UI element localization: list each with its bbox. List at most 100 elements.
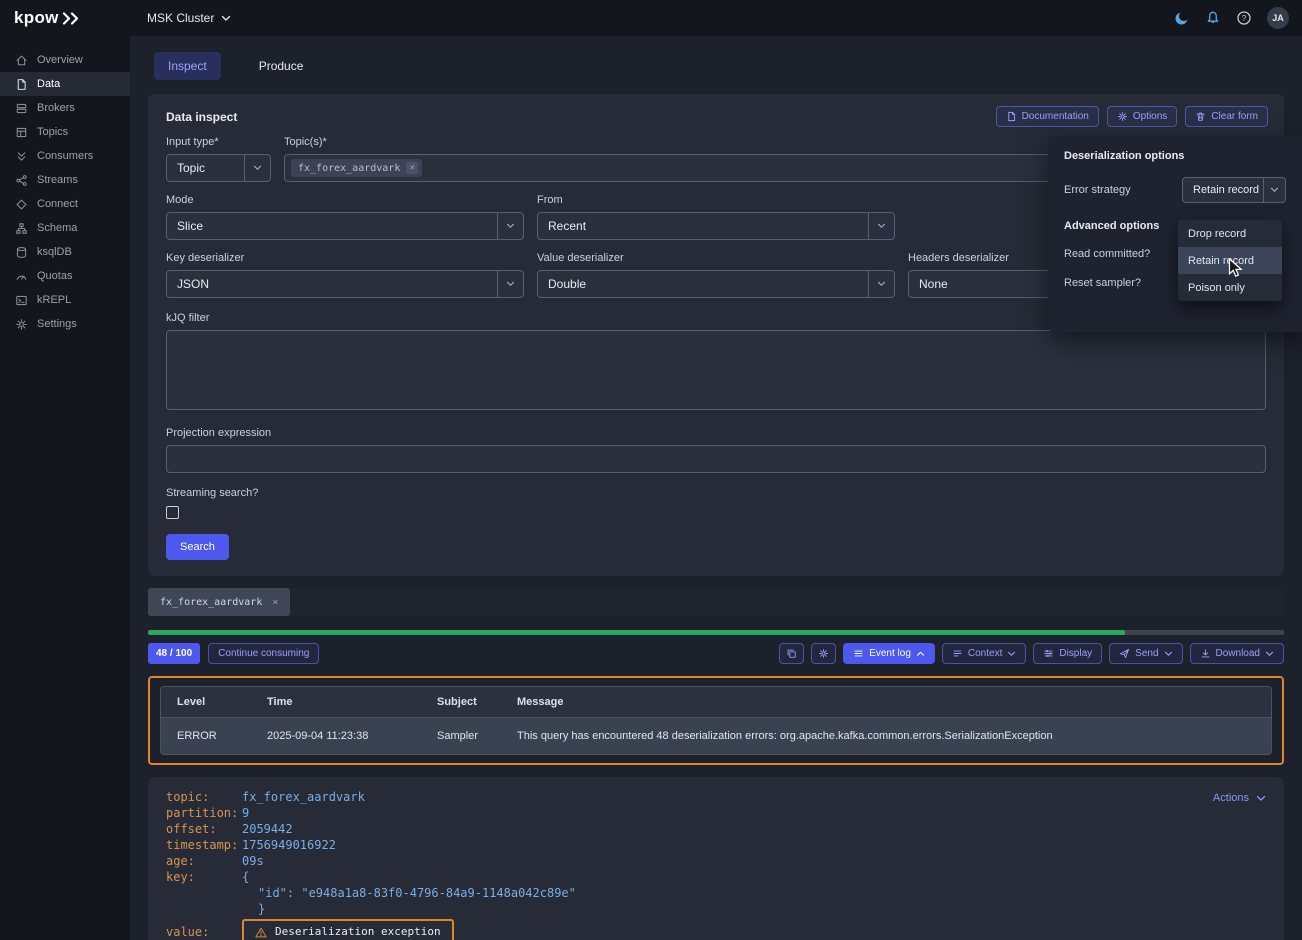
sidebar-item-settings[interactable]: Settings	[0, 312, 130, 336]
sidebar-item-connect[interactable]: Connect	[0, 192, 130, 216]
chevron-down-icon	[1265, 651, 1274, 657]
event-log-button[interactable]: Event log	[843, 643, 935, 664]
value-deserializer-label: Value deserializer	[537, 252, 895, 264]
sidebar-item-brokers[interactable]: Brokers	[0, 96, 130, 120]
help-icon[interactable]: ?	[1236, 10, 1252, 26]
key-deserializer-select[interactable]: JSON	[166, 270, 524, 298]
tab-produce[interactable]: Produce	[245, 52, 318, 80]
results-toolbar-right: Event log Context Display Send Download	[779, 643, 1284, 664]
deserialization-exception-badge: Deserialization exception	[242, 919, 454, 940]
chevron-down-icon	[868, 271, 894, 297]
sidebar-item-ksqldb[interactable]: ksqlDB	[0, 240, 130, 264]
value-deserializer-select[interactable]: Double	[537, 270, 895, 298]
document-icon	[1006, 111, 1017, 122]
sliders-icon	[1043, 648, 1054, 659]
gauge-icon	[15, 270, 28, 283]
record-field: key:{	[166, 869, 1266, 885]
continue-consuming-button[interactable]: Continue consuming	[208, 643, 319, 664]
copy-button[interactable]	[779, 643, 804, 664]
record-value-field: value: Deserialization exception	[166, 919, 1266, 940]
streaming-search-checkbox[interactable]	[166, 506, 179, 519]
trash-icon	[1195, 111, 1206, 122]
sidebar-item-quotas[interactable]: Quotas	[0, 264, 130, 288]
projection-label: Projection expression	[166, 427, 1266, 439]
options-button[interactable]: Options	[1107, 106, 1177, 127]
kjq-filter-input[interactable]	[166, 330, 1266, 410]
documentation-button[interactable]: Documentation	[996, 106, 1099, 127]
chevron-down-icon	[221, 15, 231, 22]
cell-message: This query has encountered 48 deserializ…	[501, 718, 1271, 755]
sidebar-item-schema[interactable]: Schema	[0, 216, 130, 240]
terminal-icon	[15, 294, 28, 307]
record-key-json-close: }	[166, 901, 1266, 917]
gear-icon	[818, 648, 829, 659]
display-button[interactable]: Display	[1033, 643, 1102, 664]
input-type-select[interactable]: Topic	[166, 154, 271, 182]
record-field: topic:fx_forex_aardvark	[166, 789, 1266, 805]
column-header-subject: Subject	[421, 687, 501, 718]
error-strategy-option[interactable]: Retain record	[1178, 247, 1282, 274]
sitemap-icon	[15, 222, 28, 235]
chevron-down-icon	[1256, 795, 1266, 802]
mode-label: Mode	[166, 194, 524, 206]
avatar[interactable]: JA	[1267, 7, 1289, 29]
list-icon	[853, 648, 864, 659]
record-detail-card: Actions topic:fx_forex_aardvark partitio…	[148, 777, 1284, 940]
sidebar-item-label: Topics	[37, 126, 68, 138]
remove-tag-icon[interactable]: ×	[406, 162, 418, 174]
send-icon	[1119, 648, 1130, 659]
search-button[interactable]: Search	[166, 534, 229, 560]
send-button[interactable]: Send	[1109, 643, 1182, 664]
streaming-search-label: Streaming search?	[166, 487, 1266, 499]
sidebar-item-label: Data	[37, 78, 60, 90]
sidebar-item-consumers[interactable]: Consumers	[0, 144, 130, 168]
context-button[interactable]: Context	[942, 643, 1026, 664]
cell-level: ERROR	[161, 718, 251, 755]
panel-title: Deserialization options	[1064, 150, 1286, 162]
reset-sampler-label: Reset sampler?	[1064, 277, 1182, 289]
warning-icon	[255, 927, 267, 938]
table-icon	[15, 126, 28, 139]
error-strategy-select[interactable]: Retain record	[1182, 177, 1286, 203]
sidebar-item-topics[interactable]: Topics	[0, 120, 130, 144]
sidebar-item-data[interactable]: Data	[0, 72, 130, 96]
download-button[interactable]: Download	[1190, 643, 1284, 664]
kpow-logo[interactable]: kpow	[0, 8, 130, 28]
error-strategy-menu: Drop record Retain record Poison only	[1178, 220, 1282, 301]
event-log-highlight: Level Time Subject Message ERROR 2025-09…	[148, 676, 1284, 765]
close-topic-tab-icon[interactable]: ×	[272, 597, 278, 608]
event-log-row: ERROR 2025-09-04 11:23:38 Sampler This q…	[161, 718, 1271, 755]
sidebar-item-label: Quotas	[37, 270, 72, 282]
sampler-settings-button[interactable]	[811, 643, 836, 664]
home-icon	[15, 54, 28, 67]
sidebar-item-streams[interactable]: Streams	[0, 168, 130, 192]
record-field: partition:9	[166, 805, 1266, 821]
cluster-selector[interactable]: MSK Cluster	[147, 11, 231, 25]
tab-inspect[interactable]: Inspect	[154, 52, 221, 80]
from-select[interactable]: Recent	[537, 212, 895, 240]
error-strategy-option[interactable]: Drop record	[1178, 220, 1282, 247]
consumed-count-badge: 48 / 100	[148, 643, 200, 664]
error-strategy-label: Error strategy	[1064, 184, 1182, 196]
projection-input[interactable]	[166, 445, 1266, 473]
sidebar-item-overview[interactable]: Overview	[0, 48, 130, 72]
sidebar-item-label: kREPL	[37, 294, 71, 306]
topic-tab[interactable]: fx_forex_aardvark ×	[148, 588, 290, 616]
topic-tab-strip: fx_forex_aardvark ×	[148, 588, 1284, 616]
server-icon	[15, 102, 28, 115]
record-field: offset:2059442	[166, 821, 1266, 837]
download-icon	[1200, 648, 1211, 659]
sidebar-item-krepl[interactable]: kREPL	[0, 288, 130, 312]
mode-select[interactable]: Slice	[166, 212, 524, 240]
error-strategy-option[interactable]: Poison only	[1178, 274, 1282, 301]
notifications-bell-icon[interactable]	[1205, 10, 1221, 26]
dark-mode-moon-icon[interactable]	[1174, 10, 1190, 26]
record-actions-button[interactable]: Actions	[1213, 790, 1266, 806]
logo-chevrons-icon	[62, 12, 82, 25]
clear-form-button[interactable]: Clear form	[1185, 106, 1268, 127]
share-nodes-icon	[15, 174, 28, 187]
sidebar-item-label: Schema	[37, 222, 77, 234]
sidebar-item-label: ksqlDB	[37, 246, 72, 258]
logo-text: kpow	[14, 8, 59, 28]
sidebar-item-label: Connect	[37, 198, 78, 210]
